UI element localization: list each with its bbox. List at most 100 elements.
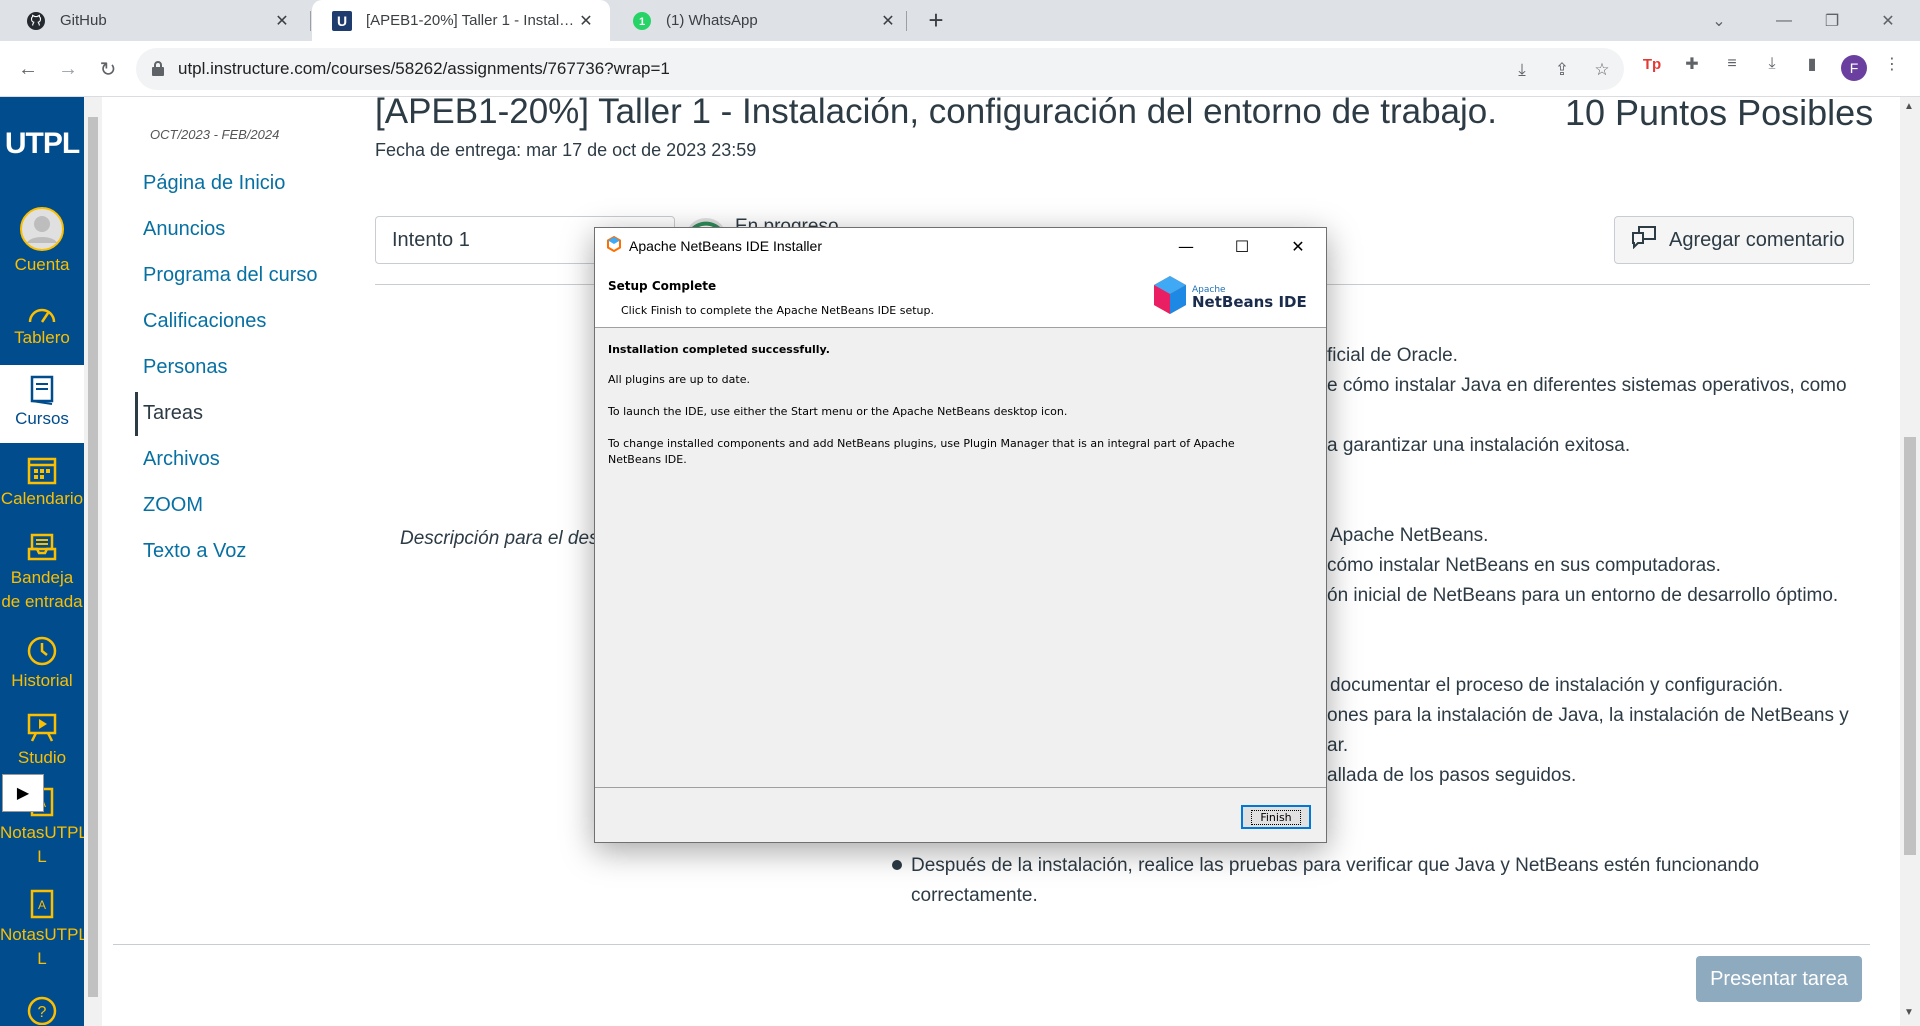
dialog-maximize-icon[interactable]: ☐ — [1214, 228, 1270, 264]
description-line: ficial de Oracle. — [1327, 345, 1458, 366]
gnav-calendar[interactable]: Calendario — [0, 455, 84, 509]
play-icon[interactable]: ▶ — [2, 774, 44, 812]
course-nav-files[interactable]: Archivos — [143, 448, 220, 471]
course-nav-people[interactable]: Personas — [143, 356, 228, 379]
new-tab-button[interactable]: + — [923, 7, 949, 34]
tab-whatsapp[interactable]: 1 (1) WhatsApp ✕ — [612, 0, 912, 41]
whatsapp-icon: 1 — [632, 11, 652, 31]
setup-subheading: Click Finish to complete the Apache NetB… — [621, 304, 935, 317]
attempt-label: Intento 1 — [392, 228, 470, 251]
finish-label: Finish — [1251, 809, 1301, 825]
divider — [113, 944, 1870, 945]
dialog-text: To change installed components and add N… — [608, 437, 1235, 450]
close-tab-icon[interactable]: ✕ — [878, 11, 898, 31]
tab-search-icon[interactable]: ⌄ — [1695, 0, 1743, 41]
dialog-title: Apache NetBeans IDE Installer — [629, 238, 822, 254]
course-nav-zoom[interactable]: ZOOM — [143, 494, 203, 517]
lock-icon — [151, 60, 165, 81]
gnav-notes-2[interactable]: A NotasUTPL L — [0, 889, 88, 971]
course-nav-tts[interactable]: Texto a Voz — [143, 540, 246, 563]
gnav-inbox[interactable]: Bandeja de entrada — [0, 532, 84, 614]
gnav-history[interactable]: Historial — [0, 635, 84, 691]
gnav-label-suffix: L — [37, 847, 47, 866]
reload-icon[interactable]: ↻ — [92, 53, 124, 85]
submit-assignment-button[interactable]: Presentar tarea — [1696, 956, 1862, 1002]
tab-label: (1) WhatsApp — [666, 12, 758, 29]
tab-assignment[interactable]: U [APEB1-20%] Taller 1 - Instalació ✕ — [312, 0, 610, 41]
add-comment-label: Agregar comentario — [1669, 228, 1845, 251]
dialog-separator — [595, 787, 1326, 788]
course-nav-home[interactable]: Página de Inicio — [143, 172, 285, 195]
close-tab-icon[interactable]: ✕ — [576, 11, 596, 31]
install-app-icon[interactable]: ⤓ — [1511, 59, 1533, 81]
due-date: Fecha de entrega: mar 17 de oct de 2023 … — [375, 140, 757, 160]
logo-main-text: NetBeans IDE — [1192, 293, 1307, 311]
dialog-minimize-icon[interactable]: — — [1158, 228, 1214, 264]
downloads-icon[interactable]: ⤓ — [1760, 52, 1784, 76]
active-indicator — [135, 392, 138, 436]
bullet-point — [892, 860, 902, 870]
history-icon — [0, 635, 84, 667]
forward-icon[interactable]: → — [52, 53, 84, 85]
side-panel-icon[interactable]: ▮ — [1800, 52, 1824, 76]
course-nav-syllabus[interactable]: Programa del curso — [143, 264, 318, 287]
back-icon[interactable]: ← — [12, 53, 44, 85]
dashboard-icon — [0, 302, 84, 324]
description-label: Descripción para el des — [400, 528, 599, 549]
gnav-label: NotasUTPL — [0, 823, 88, 842]
page-title: [APEB1-20%] Taller 1 - Instalación, conf… — [375, 92, 1497, 131]
comment-icon — [1631, 225, 1657, 255]
add-comment-button[interactable]: Agregar comentario — [1614, 216, 1854, 264]
page-scrollbar[interactable]: ▲ ▼ — [1900, 97, 1920, 1026]
gnav-help[interactable]: ? — [0, 995, 84, 1026]
dialog-close-icon[interactable]: ✕ — [1270, 228, 1326, 264]
course-term: OCT/2023 - FEB/2024 — [150, 127, 280, 142]
course-nav-assignments[interactable]: Tareas — [143, 402, 203, 425]
points-possible: 10 Puntos Posibles — [1565, 92, 1874, 133]
tab-label: [APEB1-20%] Taller 1 - Instalació — [366, 12, 576, 29]
description-line: e cómo instalar Java en diferentes siste… — [1327, 375, 1847, 396]
gnav-label: Studio — [17, 748, 67, 767]
setup-heading: Setup Complete — [608, 279, 717, 293]
gnav-label: Bandeja de entrada — [1, 568, 83, 611]
svg-text:A: A — [38, 898, 46, 912]
svg-text:1: 1 — [639, 16, 645, 28]
browser-menu-icon[interactable]: ⋮ — [1880, 52, 1904, 76]
share-icon[interactable]: ⇪ — [1551, 59, 1573, 81]
extensions-puzzle-icon[interactable]: ✚ — [1680, 52, 1704, 76]
description-line: Después de la instalación, realice las p… — [911, 855, 1760, 876]
utpl-logo[interactable]: UTPL — [0, 127, 84, 161]
gnav-studio[interactable]: Studio — [0, 712, 84, 768]
help-icon: ? — [0, 995, 84, 1025]
description-line: cómo instalar NetBeans en sus computador… — [1327, 555, 1721, 576]
inbox-icon — [0, 532, 84, 562]
gnav-account[interactable]: Cuenta — [0, 207, 84, 275]
installer-dialog: Apache NetBeans IDE Installer — ☐ ✕ Setu… — [594, 227, 1327, 843]
profile-avatar[interactable]: F — [1841, 55, 1867, 81]
restore-icon[interactable]: ❐ — [1808, 0, 1856, 41]
dialog-titlebar[interactable]: Apache NetBeans IDE Installer — ☐ ✕ — [595, 228, 1326, 264]
bookmark-star-icon[interactable]: ☆ — [1591, 59, 1613, 81]
gnav-dashboard[interactable]: Tablero — [0, 302, 84, 348]
course-nav-announcements[interactable]: Anuncios — [143, 218, 225, 241]
finish-button[interactable]: Finish — [1241, 805, 1311, 829]
netbeans-logo-icon: Apache NetBeans IDE — [1154, 276, 1307, 314]
nav-scrollbar[interactable] — [84, 97, 102, 1026]
course-nav-grades[interactable]: Calificaciones — [143, 310, 266, 333]
url-text: utpl.instructure.com/courses/58262/assig… — [178, 59, 670, 78]
gnav-label: Tablero — [14, 328, 70, 347]
minimize-icon[interactable]: — — [1760, 0, 1808, 41]
description-line: documentar el proceso de instalación y c… — [1330, 675, 1784, 696]
svg-text:U: U — [337, 13, 347, 29]
gnav-courses[interactable]: Cursos — [0, 365, 84, 443]
address-bar[interactable]: utpl.instructure.com/courses/58262/assig… — [136, 48, 1624, 90]
close-tab-icon[interactable]: ✕ — [272, 11, 292, 31]
gnav-label: Cursos — [15, 409, 69, 428]
dialog-text: All plugins are up to date. — [608, 373, 750, 386]
extension-tp-icon[interactable]: Tp — [1640, 52, 1664, 76]
courses-icon — [0, 375, 84, 405]
description-line: allada de los pasos seguidos. — [1327, 765, 1577, 786]
tab-github[interactable]: GitHub ✕ — [6, 0, 306, 41]
close-window-icon[interactable]: ✕ — [1864, 0, 1912, 41]
media-queue-icon[interactable]: ≡ — [1720, 52, 1744, 76]
